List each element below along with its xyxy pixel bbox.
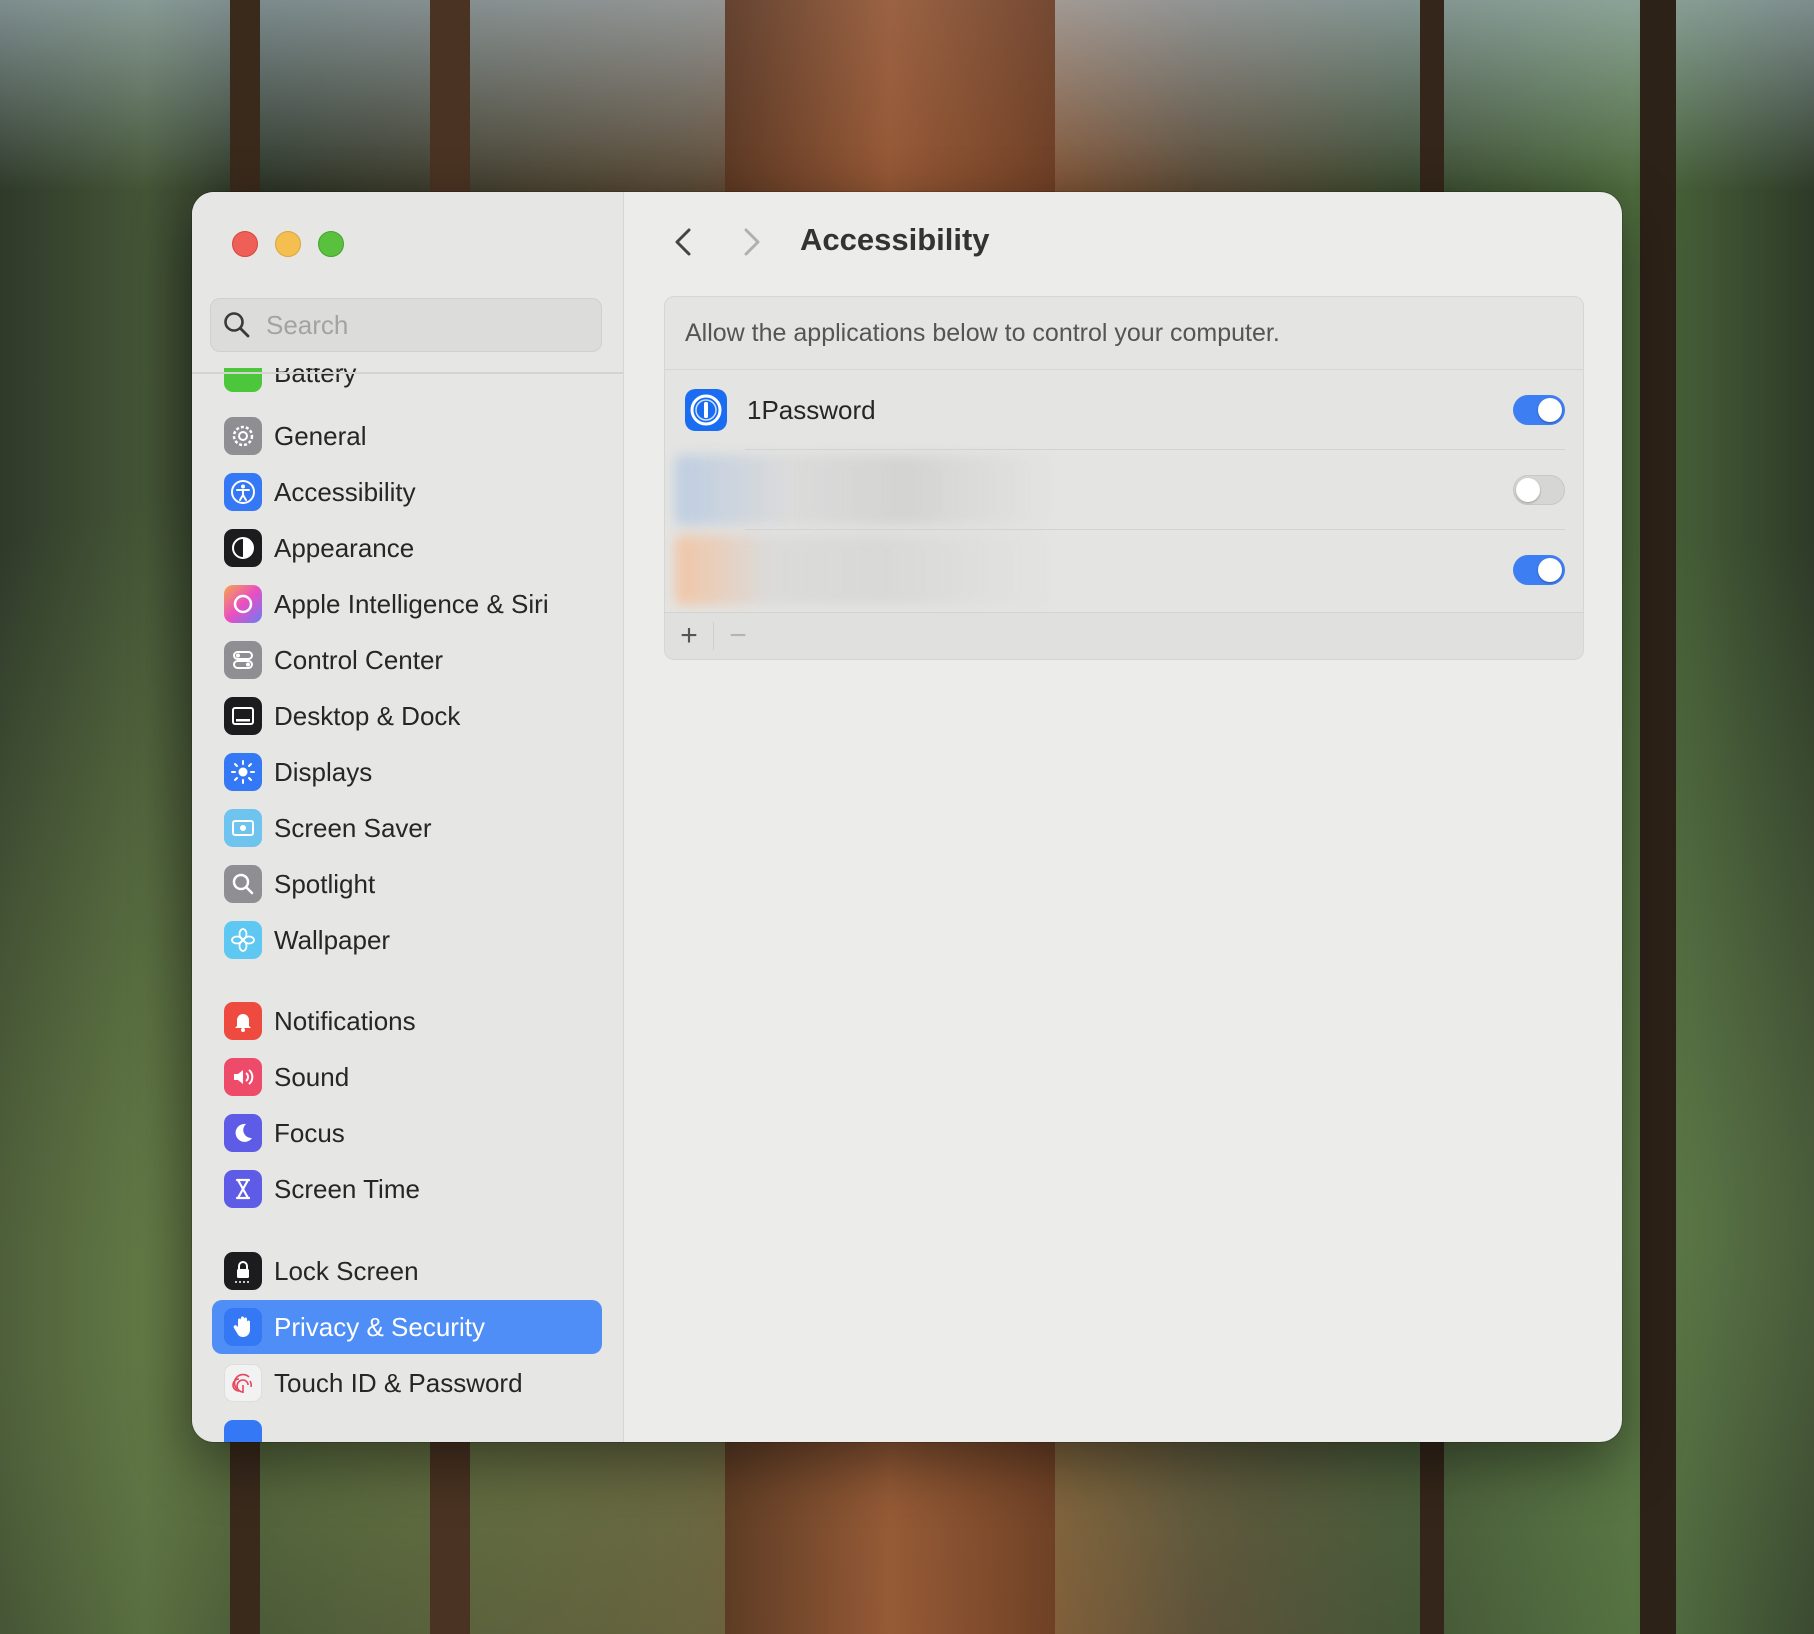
minimize-button[interactable] — [275, 231, 301, 257]
sidebar-item-lock-screen[interactable]: Lock Screen — [212, 1244, 602, 1298]
forward-chevron-icon[interactable] — [737, 222, 767, 262]
search-input[interactable] — [264, 308, 568, 342]
sidebar-item-privacy-security[interactable]: Privacy & Security — [212, 1300, 602, 1354]
sidebar-item-label: Desktop & Dock — [274, 700, 461, 731]
zoom-button[interactable] — [318, 231, 344, 257]
sidebar-item-control-center[interactable]: Control Center — [212, 633, 602, 687]
sidebar-item-label: Wallpaper — [274, 924, 391, 955]
control-center-icon — [224, 641, 262, 679]
siri-icon — [224, 585, 262, 623]
privacy-hand-icon — [224, 1308, 262, 1346]
sidebar-item-touch-id-password[interactable]: Touch ID & Password — [212, 1356, 602, 1410]
blurred-app-icon — [675, 535, 1055, 605]
accessibility-icon — [224, 473, 262, 511]
sidebar-item-spotlight[interactable]: Spotlight — [212, 857, 602, 911]
sidebar-item-focus[interactable]: Focus — [212, 1106, 602, 1160]
sidebar-item-label: Spotlight — [274, 868, 376, 899]
sidebar-item-label: Focus — [274, 1117, 345, 1148]
toggle-knob — [1538, 558, 1562, 582]
main-pane: Accessibility Allow the applications bel… — [624, 192, 1622, 1442]
displays-icon — [224, 753, 262, 791]
sound-icon — [224, 1058, 262, 1096]
window-controls — [232, 231, 344, 257]
sidebar-item-label: Privacy & Security — [274, 1311, 485, 1342]
sidebar-item-label: Control Center — [274, 644, 444, 675]
search-icon — [224, 312, 250, 338]
sidebar-item-wallpaper[interactable]: Wallpaper — [212, 913, 602, 967]
app-row: 1Password — [665, 370, 1583, 450]
next-item-icon — [224, 1420, 262, 1442]
wallpaper-icon — [224, 921, 262, 959]
sidebar-item-label: Appearance — [274, 532, 415, 563]
toggle-knob — [1538, 398, 1562, 422]
sidebar-item-screen-time[interactable]: Screen Time — [212, 1162, 602, 1216]
desktop-tree-trunk — [1640, 0, 1676, 1634]
panel-description: Allow the applications below to control … — [665, 297, 1583, 370]
sidebar: Battery General Accessibility Appearance — [192, 192, 624, 1442]
sidebar-divider — [192, 372, 623, 374]
app-name: 1Password — [747, 394, 876, 425]
blurred-app-icon — [675, 455, 1055, 525]
gear-icon — [224, 417, 262, 455]
sidebar-item-appearance[interactable]: Appearance — [212, 521, 602, 575]
lock-screen-icon — [224, 1252, 262, 1290]
spotlight-icon — [224, 865, 262, 903]
system-settings-window: Battery General Accessibility Appearance — [192, 192, 1622, 1442]
add-app-button[interactable]: + — [665, 613, 713, 659]
screen-time-icon — [224, 1170, 262, 1208]
touch-id-icon — [224, 1364, 262, 1402]
back-chevron-icon[interactable] — [668, 222, 698, 262]
sidebar-item-accessibility[interactable]: Accessibility — [212, 465, 602, 519]
desktop-dock-icon — [224, 697, 262, 735]
app-row — [665, 450, 1583, 530]
app-toggle[interactable] — [1513, 475, 1565, 505]
app-toggle[interactable] — [1513, 555, 1565, 585]
sidebar-item-label: General — [274, 420, 367, 451]
sidebar-item-displays[interactable]: Displays — [212, 745, 602, 799]
app-row — [665, 530, 1583, 610]
sidebar-item-label: Screen Time — [274, 1173, 420, 1204]
sidebar-item-apple-intelligence-siri[interactable]: Apple Intelligence & Siri — [212, 577, 602, 631]
notifications-icon — [224, 1002, 262, 1040]
focus-icon — [224, 1114, 262, 1152]
sidebar-item-next[interactable] — [212, 1412, 602, 1442]
search-field[interactable] — [210, 298, 602, 352]
1password-icon — [685, 389, 727, 431]
sidebar-item-label: Apple Intelligence & Siri — [274, 588, 549, 619]
sidebar-item-sound[interactable]: Sound — [212, 1050, 602, 1104]
close-button[interactable] — [232, 231, 258, 257]
sidebar-item-label: Touch ID & Password — [274, 1367, 523, 1398]
sidebar-item-label: Displays — [274, 756, 373, 787]
remove-app-button[interactable]: − — [714, 613, 762, 659]
sidebar-item-label: Lock Screen — [274, 1255, 419, 1286]
panel-footer: + − — [665, 612, 1583, 659]
appearance-icon — [224, 529, 262, 567]
sidebar-item-desktop-dock[interactable]: Desktop & Dock — [212, 689, 602, 743]
toggle-knob — [1516, 478, 1540, 502]
app-toggle-1password[interactable] — [1513, 395, 1565, 425]
screen-saver-icon — [224, 809, 262, 847]
sidebar-item-screen-saver[interactable]: Screen Saver — [212, 801, 602, 855]
sidebar-item-general[interactable]: General — [212, 409, 602, 463]
sidebar-item-label: Notifications — [274, 1005, 416, 1036]
sidebar-item-label: Sound — [274, 1061, 350, 1092]
page-title: Accessibility — [800, 222, 990, 257]
accessibility-apps-panel: Allow the applications below to control … — [664, 296, 1584, 660]
sidebar-item-label: Accessibility — [274, 476, 416, 507]
sidebar-item-label: Screen Saver — [274, 812, 432, 843]
sidebar-item-notifications[interactable]: Notifications — [212, 994, 602, 1048]
